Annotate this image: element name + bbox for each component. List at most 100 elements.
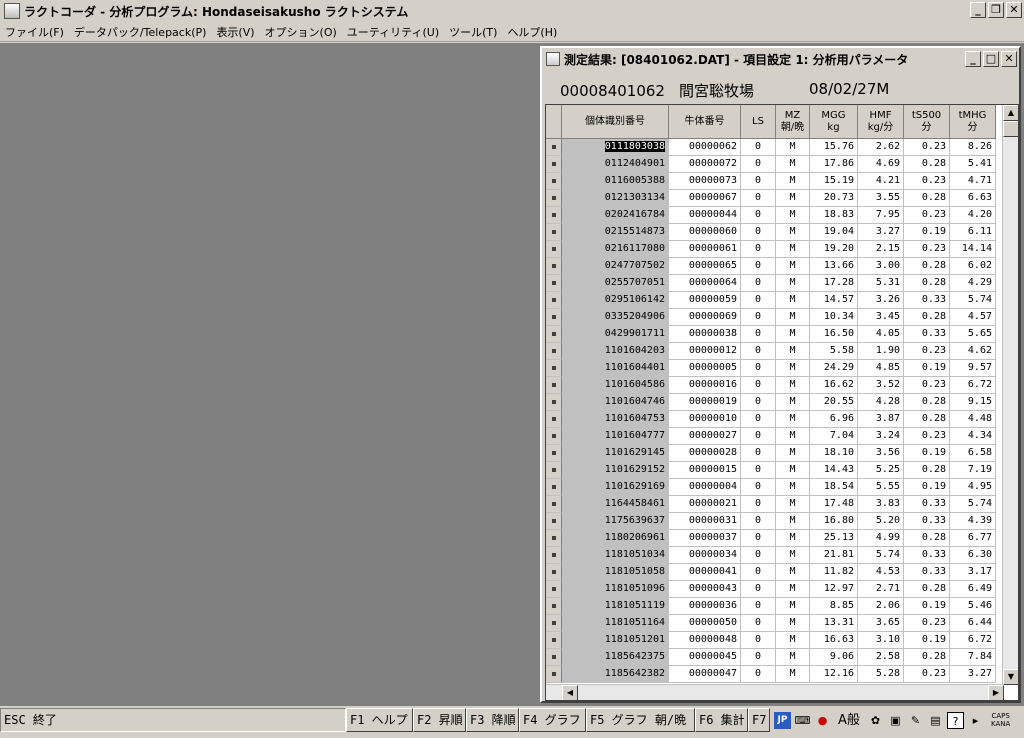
table-cell[interactable]: 6.44 (950, 615, 996, 632)
table-row[interactable]: 1101604586 00000016 0 M 16.62 3.52 0.23 6.72 (546, 377, 996, 394)
table-cell[interactable]: 1181051058 (562, 564, 669, 581)
menu-file[interactable]: ファイル(F) (0, 24, 69, 40)
table-row[interactable]: 0202416784 00000044 0 M 18.83 7.95 0.23 4.20 (546, 207, 996, 224)
table-cell[interactable]: M (776, 564, 810, 581)
row-selector[interactable] (546, 598, 562, 615)
table-cell[interactable]: 00000005 (669, 360, 741, 377)
table-cell[interactable]: M (776, 207, 810, 224)
table-cell[interactable]: 15.19 (810, 173, 858, 190)
table-cell[interactable]: 14.43 (810, 462, 858, 479)
table-cell[interactable]: 0.23 (904, 139, 950, 156)
table-cell[interactable]: 0 (741, 156, 776, 173)
table-cell[interactable]: 5.25 (858, 462, 904, 479)
table-cell[interactable]: 0295106142 (562, 292, 669, 309)
row-selector[interactable] (546, 275, 562, 292)
table-cell[interactable]: 0.19 (904, 224, 950, 241)
table-cell[interactable]: M (776, 462, 810, 479)
table-cell[interactable]: M (776, 326, 810, 343)
table-cell[interactable]: 00000021 (669, 496, 741, 513)
table-cell[interactable]: 1101604203 (562, 343, 669, 360)
table-row[interactable]: 1101604203 00000012 0 M 5.58 1.90 0.23 4.62 (546, 343, 996, 360)
table-cell[interactable]: 00000027 (669, 428, 741, 445)
table-cell[interactable]: M (776, 479, 810, 496)
row-selector[interactable] (546, 547, 562, 564)
table-cell[interactable]: 0 (741, 649, 776, 666)
row-selector[interactable] (546, 462, 562, 479)
column-header[interactable]: tS500 分 (904, 105, 950, 139)
table-cell[interactable]: 0335204906 (562, 309, 669, 326)
table-cell[interactable]: 0 (741, 666, 776, 683)
table-cell[interactable]: 2.15 (858, 241, 904, 258)
table-cell[interactable]: 0.33 (904, 547, 950, 564)
table-cell[interactable]: 0.23 (904, 241, 950, 258)
app-icon[interactable] (4, 3, 20, 19)
table-cell[interactable]: 0 (741, 547, 776, 564)
table-cell[interactable]: 13.31 (810, 615, 858, 632)
table-cell[interactable]: M (776, 360, 810, 377)
table-cell[interactable]: 0 (741, 632, 776, 649)
table-cell[interactable]: 9.57 (950, 360, 996, 377)
table-cell[interactable]: 0.28 (904, 411, 950, 428)
table-cell[interactable]: 0.28 (904, 258, 950, 275)
ime-language-icon[interactable]: JP (774, 711, 791, 729)
table-cell[interactable]: 0 (741, 241, 776, 258)
table-cell[interactable]: 0.19 (904, 445, 950, 462)
table-row[interactable]: 1101604746 00000019 0 M 20.55 4.28 0.28 9.15 (546, 394, 996, 411)
table-cell[interactable]: 7.04 (810, 428, 858, 445)
table-cell[interactable]: 4.34 (950, 428, 996, 445)
table-cell[interactable]: 5.46 (950, 598, 996, 615)
table-cell[interactable]: 5.55 (858, 479, 904, 496)
row-selector[interactable] (546, 326, 562, 343)
table-cell[interactable]: M (776, 139, 810, 156)
table-row[interactable]: 0116005388 00000073 0 M 15.19 4.21 0.23 4.71 (546, 173, 996, 190)
table-cell[interactable]: 3.65 (858, 615, 904, 632)
table-cell[interactable]: 10.34 (810, 309, 858, 326)
column-header[interactable]: 個体識別番号 (562, 105, 669, 139)
table-cell[interactable]: 00000059 (669, 292, 741, 309)
table-cell[interactable]: 2.71 (858, 581, 904, 598)
table-cell[interactable]: M (776, 445, 810, 462)
table-cell[interactable]: 17.86 (810, 156, 858, 173)
table-cell[interactable]: M (776, 173, 810, 190)
table-cell[interactable]: 0 (741, 564, 776, 581)
column-header[interactable]: tMHG 分 (950, 105, 996, 139)
table-cell[interactable]: 00000028 (669, 445, 741, 462)
column-header[interactable]: MGG kg (810, 105, 858, 139)
table-cell[interactable]: 0111803038 (562, 139, 669, 156)
table-cell[interactable]: 4.28 (858, 394, 904, 411)
table-cell[interactable]: 3.87 (858, 411, 904, 428)
table-cell[interactable]: M (776, 292, 810, 309)
f1-help-button[interactable]: F1 ヘルプ (346, 708, 413, 732)
table-cell[interactable]: 00000065 (669, 258, 741, 275)
row-selector[interactable] (546, 564, 562, 581)
row-selector[interactable] (546, 139, 562, 156)
table-row[interactable]: 1181051096 00000043 0 M 12.97 2.71 0.28 6.49 (546, 581, 996, 598)
row-selector[interactable] (546, 479, 562, 496)
scroll-up-button[interactable]: ▲ (1003, 105, 1018, 121)
table-row[interactable]: 0215514873 00000060 0 M 19.04 3.27 0.19 6.11 (546, 224, 996, 241)
f2-ascending-button[interactable]: F2 昇順 (413, 708, 466, 732)
table-cell[interactable]: 5.31 (858, 275, 904, 292)
table-cell[interactable]: 4.57 (950, 309, 996, 326)
vertical-scrollbar[interactable]: ▲ ▼ (1002, 105, 1018, 685)
table-cell[interactable]: 00000015 (669, 462, 741, 479)
table-cell[interactable]: 00000067 (669, 190, 741, 207)
table-cell[interactable]: 00000045 (669, 649, 741, 666)
table-cell[interactable]: 00000038 (669, 326, 741, 343)
table-cell[interactable]: 00000044 (669, 207, 741, 224)
table-row[interactable]: 1185642375 00000045 0 M 9.06 2.58 0.28 7.84 (546, 649, 996, 666)
table-cell[interactable]: 0 (741, 224, 776, 241)
child-close-button[interactable]: ✕ (1001, 51, 1017, 67)
table-row[interactable]: 1101604753 00000010 0 M 6.96 3.87 0.28 4.48 (546, 411, 996, 428)
table-cell[interactable]: 3.83 (858, 496, 904, 513)
table-cell[interactable]: 0 (741, 309, 776, 326)
table-cell[interactable]: 4.05 (858, 326, 904, 343)
table-cell[interactable]: 12.16 (810, 666, 858, 683)
scroll-thumb[interactable] (1003, 121, 1018, 137)
table-cell[interactable]: 5.74 (950, 496, 996, 513)
row-selector[interactable] (546, 241, 562, 258)
table-cell[interactable]: 00000047 (669, 666, 741, 683)
table-cell[interactable]: 00000016 (669, 377, 741, 394)
row-selector[interactable] (546, 581, 562, 598)
table-row[interactable]: 1164458461 00000021 0 M 17.48 3.83 0.33 5.74 (546, 496, 996, 513)
